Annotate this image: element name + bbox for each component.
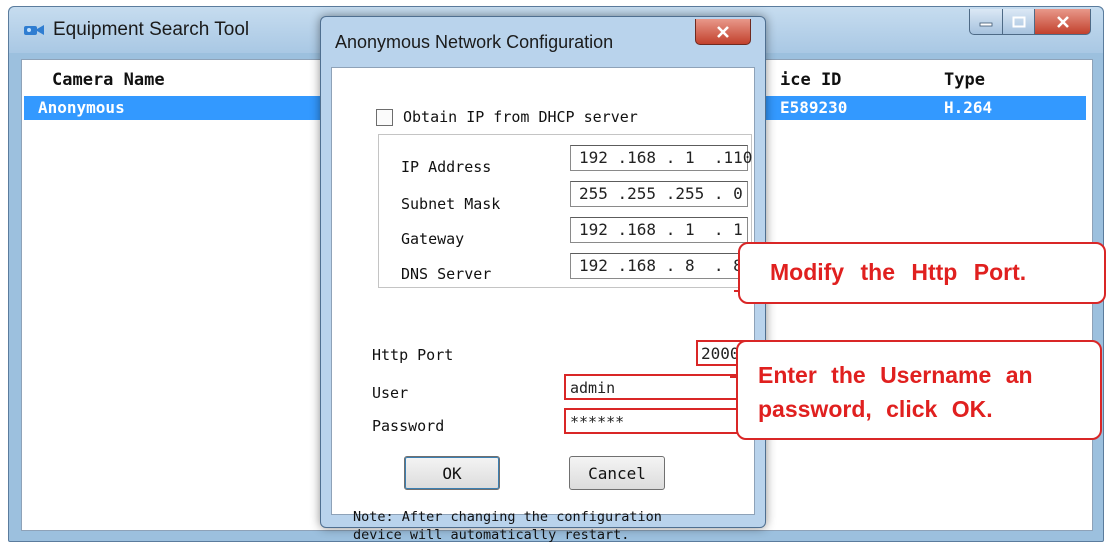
ip-address-field[interactable]: 192 .168 . 1 .110	[570, 145, 752, 171]
credentials-callout-line: Enter the Username an	[758, 362, 1033, 388]
ip-settings-group: IP Address 192 .168 . 1 .110 Subnet Mask…	[378, 134, 752, 288]
cell-camera-name: Anonymous	[38, 98, 125, 117]
credentials-callout-line: password, click OK.	[758, 396, 993, 422]
maximize-icon	[1012, 16, 1025, 27]
close-icon	[717, 25, 729, 38]
http-port-label: Http Port	[372, 346, 454, 364]
password-field[interactable]: ******	[564, 408, 750, 434]
ip-address-label: IP Address	[401, 158, 492, 176]
ok-button[interactable]: OK	[404, 456, 500, 490]
gateway-field[interactable]: 192 .168 . 1 . 1	[570, 217, 748, 243]
dhcp-option: Obtain IP from DHCP server	[376, 108, 638, 126]
user-field[interactable]: admin	[564, 374, 750, 400]
password-label: Password	[372, 417, 445, 435]
app-icon	[24, 25, 44, 35]
maximize-button[interactable]	[1003, 9, 1035, 35]
network-config-dialog: Anonymous Network Configuration Obtain I…	[320, 16, 766, 543]
user-label: User	[372, 384, 409, 402]
column-header-type[interactable]: Type	[944, 70, 985, 90]
dialog-body: Obtain IP from DHCP server IP Address 19…	[331, 67, 755, 543]
minimize-icon	[979, 22, 993, 26]
dns-server-label: DNS Server	[401, 265, 492, 283]
column-header-camera-name[interactable]: Camera Name	[52, 70, 165, 90]
close-icon	[1056, 15, 1069, 28]
note-line: Note: After changing the configuration	[353, 509, 662, 525]
restart-note: Note: After changing the configuration d…	[353, 508, 753, 544]
dns-server-field[interactable]: 192 .168 . 8 . 8	[570, 253, 748, 279]
http-port-callout: Modify the Http Port.	[738, 242, 1106, 304]
subnet-mask-label: Subnet Mask	[401, 195, 501, 213]
window-title: Equipment Search Tool	[53, 19, 250, 40]
dialog-title: Anonymous Network Configuration	[335, 32, 614, 52]
dhcp-checkbox[interactable]	[376, 108, 393, 126]
cell-type: H.264	[944, 98, 993, 117]
credentials-callout: Enter the Username an password, click OK…	[736, 340, 1102, 440]
dialog-close-button[interactable]	[695, 19, 751, 45]
column-header-device-id[interactable]: ice ID	[780, 70, 841, 90]
gateway-label: Gateway	[401, 230, 465, 248]
minimize-button[interactable]	[969, 9, 1003, 35]
cancel-button[interactable]: Cancel	[569, 456, 665, 490]
cell-device-id: E589230	[780, 98, 848, 117]
window-controls	[969, 9, 1091, 35]
subnet-mask-field[interactable]: 255 .255 .255 . 0	[570, 181, 748, 207]
dhcp-label: Obtain IP from DHCP server	[403, 108, 638, 126]
note-line: device will automatically restart.	[353, 527, 630, 543]
http-port-callout-text: Modify the Http Port.	[770, 259, 1027, 285]
window-close-button[interactable]	[1035, 9, 1091, 35]
